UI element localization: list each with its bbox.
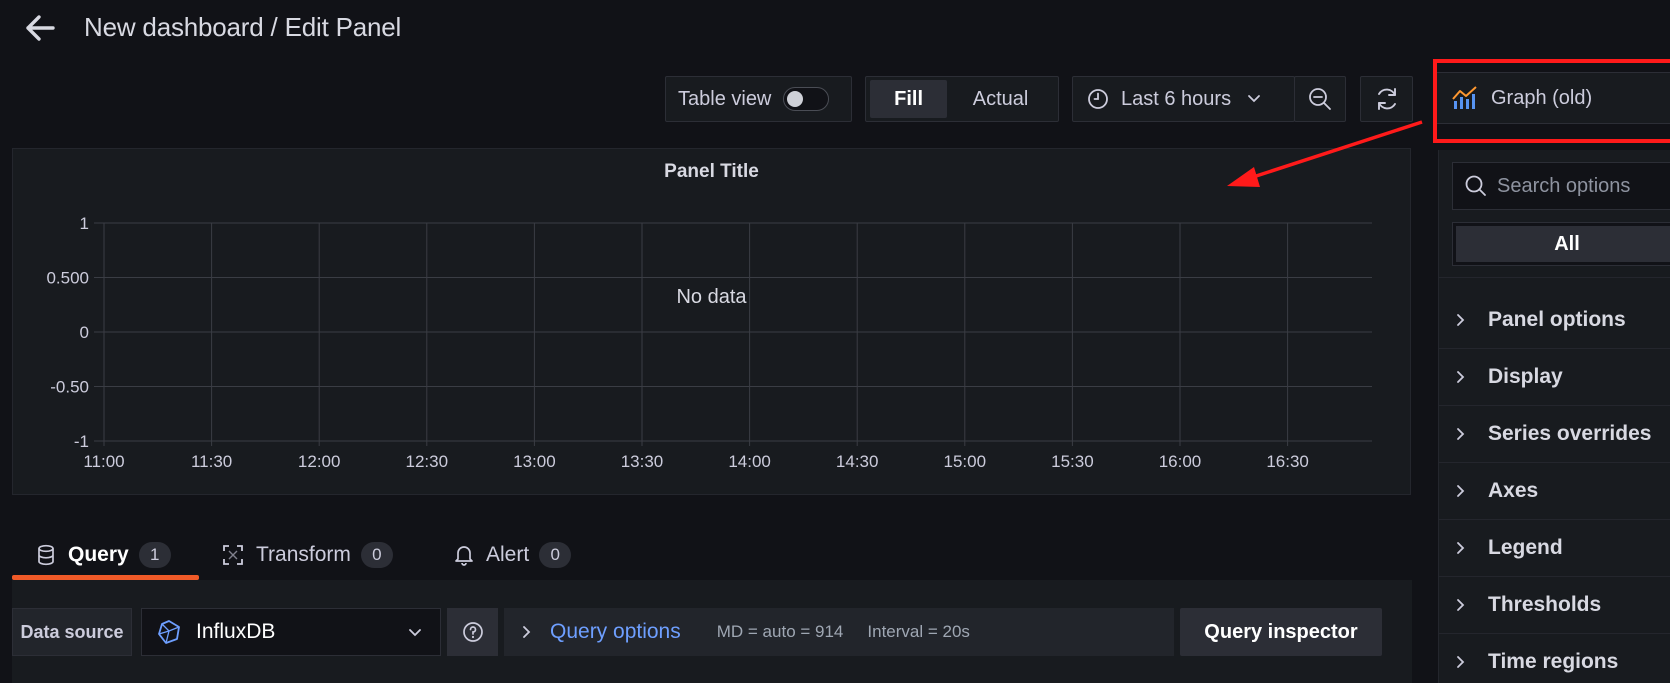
- clock-icon: [1088, 89, 1108, 109]
- y-tick-label: 1: [80, 214, 89, 233]
- influxdb-icon: [158, 620, 180, 644]
- data-source-value: InfluxDB: [196, 620, 276, 643]
- query-options-link[interactable]: Query options: [550, 620, 681, 644]
- visualization-label: Graph (old): [1491, 86, 1593, 109]
- tab-query-label: Query: [68, 543, 129, 566]
- graph-chart: 1 0.500 0 -0.50 -111:00 11:30 12:00 12:30 13:00 1…: [46, 214, 1372, 471]
- x-tick-label: 13:30: [621, 452, 664, 471]
- fill-button[interactable]: Fill: [870, 80, 948, 118]
- arrow-left-icon: [26, 15, 55, 41]
- options-section-label: Series overrides: [1488, 422, 1652, 445]
- y-tick-label: -1: [74, 432, 89, 451]
- tab-transform[interactable]: Transform 0: [222, 540, 393, 570]
- back-button[interactable]: [22, 10, 58, 46]
- chevron-right-icon: [1456, 427, 1478, 441]
- zoom-out-button[interactable]: [1294, 76, 1346, 122]
- fill-actual-toggle: Fill Actual: [865, 76, 1059, 122]
- chevron-right-icon: [1456, 598, 1478, 612]
- table-view-label: Table view: [678, 87, 772, 110]
- no-data-message: No data: [676, 286, 747, 308]
- tab-query[interactable]: Query 1: [36, 540, 171, 570]
- refresh-icon: [1377, 88, 1396, 110]
- x-tick-label: 14:30: [836, 452, 879, 471]
- visualization-picker[interactable]: Graph (old): [1436, 72, 1670, 124]
- x-tick-label: 12:30: [406, 452, 449, 471]
- graph-icon: [1452, 86, 1477, 109]
- options-section-item[interactable]: Legend: [1438, 520, 1670, 577]
- tab-query-count: 1: [138, 542, 171, 568]
- options-section-item[interactable]: Display: [1438, 349, 1670, 406]
- options-section-item[interactable]: Panel options: [1438, 292, 1670, 349]
- tab-alert-count: 0: [539, 542, 572, 568]
- search-options-field[interactable]: [1452, 162, 1670, 210]
- options-section-item[interactable]: Series overrides: [1438, 406, 1670, 463]
- chevron-right-icon: [1456, 313, 1478, 327]
- x-tick-label: 14:00: [728, 452, 771, 471]
- data-source-help-button[interactable]: [447, 608, 498, 656]
- search-icon: [1465, 175, 1486, 196]
- chevron-right-icon: [1456, 541, 1478, 555]
- x-tick-label: 12:00: [298, 452, 341, 471]
- options-section-label: Display: [1488, 365, 1563, 388]
- graph-panel: Panel Title 1 0.500 0 -0.50 -1 11:00 11:30 12:0…: [12, 148, 1411, 495]
- options-section-label: Time regions: [1488, 650, 1619, 673]
- table-view-switch[interactable]: [783, 87, 830, 111]
- chevron-right-icon: [1456, 655, 1478, 669]
- chevron-right-icon: [1456, 370, 1478, 384]
- x-tick-label: 11:00: [83, 452, 124, 471]
- max-data-points: MD = auto = 914: [716, 622, 844, 641]
- time-range-label: Last 6 hours: [1121, 87, 1232, 110]
- tab-transform-label: Transform: [256, 543, 351, 566]
- options-section-label: Thresholds: [1488, 593, 1602, 616]
- y-tick-label: -0.50: [50, 378, 89, 397]
- chevron-right-icon: [1456, 484, 1478, 498]
- chevron-down-icon: [1248, 95, 1260, 103]
- filter-all-button[interactable]: All: [1456, 226, 1670, 262]
- transform-icon: [223, 545, 243, 565]
- options-filter: All: [1452, 222, 1670, 266]
- database-icon: [38, 544, 54, 566]
- refresh-button[interactable]: [1360, 76, 1413, 122]
- data-source-label: Data source: [12, 608, 132, 656]
- tab-alert-label: Alert: [486, 543, 530, 566]
- options-section-item[interactable]: Axes: [1438, 463, 1670, 520]
- tab-transform-count: 0: [360, 542, 393, 568]
- options-section-label: Axes: [1488, 479, 1539, 502]
- bell-icon: [455, 546, 473, 566]
- x-tick-label: 13:00: [513, 452, 556, 471]
- question-circle-icon: [462, 622, 483, 642]
- options-section-item[interactable]: Thresholds: [1438, 577, 1670, 634]
- query-inspector-button[interactable]: Query inspector: [1180, 608, 1382, 656]
- divider: [1438, 277, 1670, 278]
- x-tick-label: 15:30: [1051, 452, 1094, 471]
- data-source-select[interactable]: InfluxDB: [141, 608, 441, 656]
- search-options-input[interactable]: [1497, 174, 1670, 198]
- actual-button[interactable]: Actual: [947, 80, 1054, 118]
- query-options-bar: Query options MD = auto = 914 Interval =…: [504, 608, 1174, 656]
- x-tick-label: 15:00: [944, 452, 987, 471]
- time-range-picker[interactable]: Last 6 hours: [1072, 76, 1295, 122]
- interval-value: Interval = 20s: [867, 622, 970, 641]
- options-section-item[interactable]: Time regions: [1438, 634, 1670, 683]
- y-tick-label: 0.500: [46, 269, 89, 288]
- table-view-toggle[interactable]: Table view: [665, 76, 852, 122]
- chevron-right-icon: [523, 626, 531, 638]
- x-tick-label: 11:30: [191, 452, 232, 471]
- chevron-down-icon: [409, 629, 421, 637]
- page-title: New dashboard / Edit Panel: [84, 12, 402, 42]
- options-section-label: Panel options: [1488, 308, 1626, 331]
- x-tick-label: 16:00: [1159, 452, 1202, 471]
- zoom-out-icon: [1309, 88, 1331, 110]
- y-tick-label: 0: [80, 323, 89, 342]
- options-section-label: Legend: [1488, 536, 1563, 559]
- tab-alert[interactable]: Alert 0: [454, 540, 572, 570]
- x-tick-label: 16:30: [1266, 452, 1309, 471]
